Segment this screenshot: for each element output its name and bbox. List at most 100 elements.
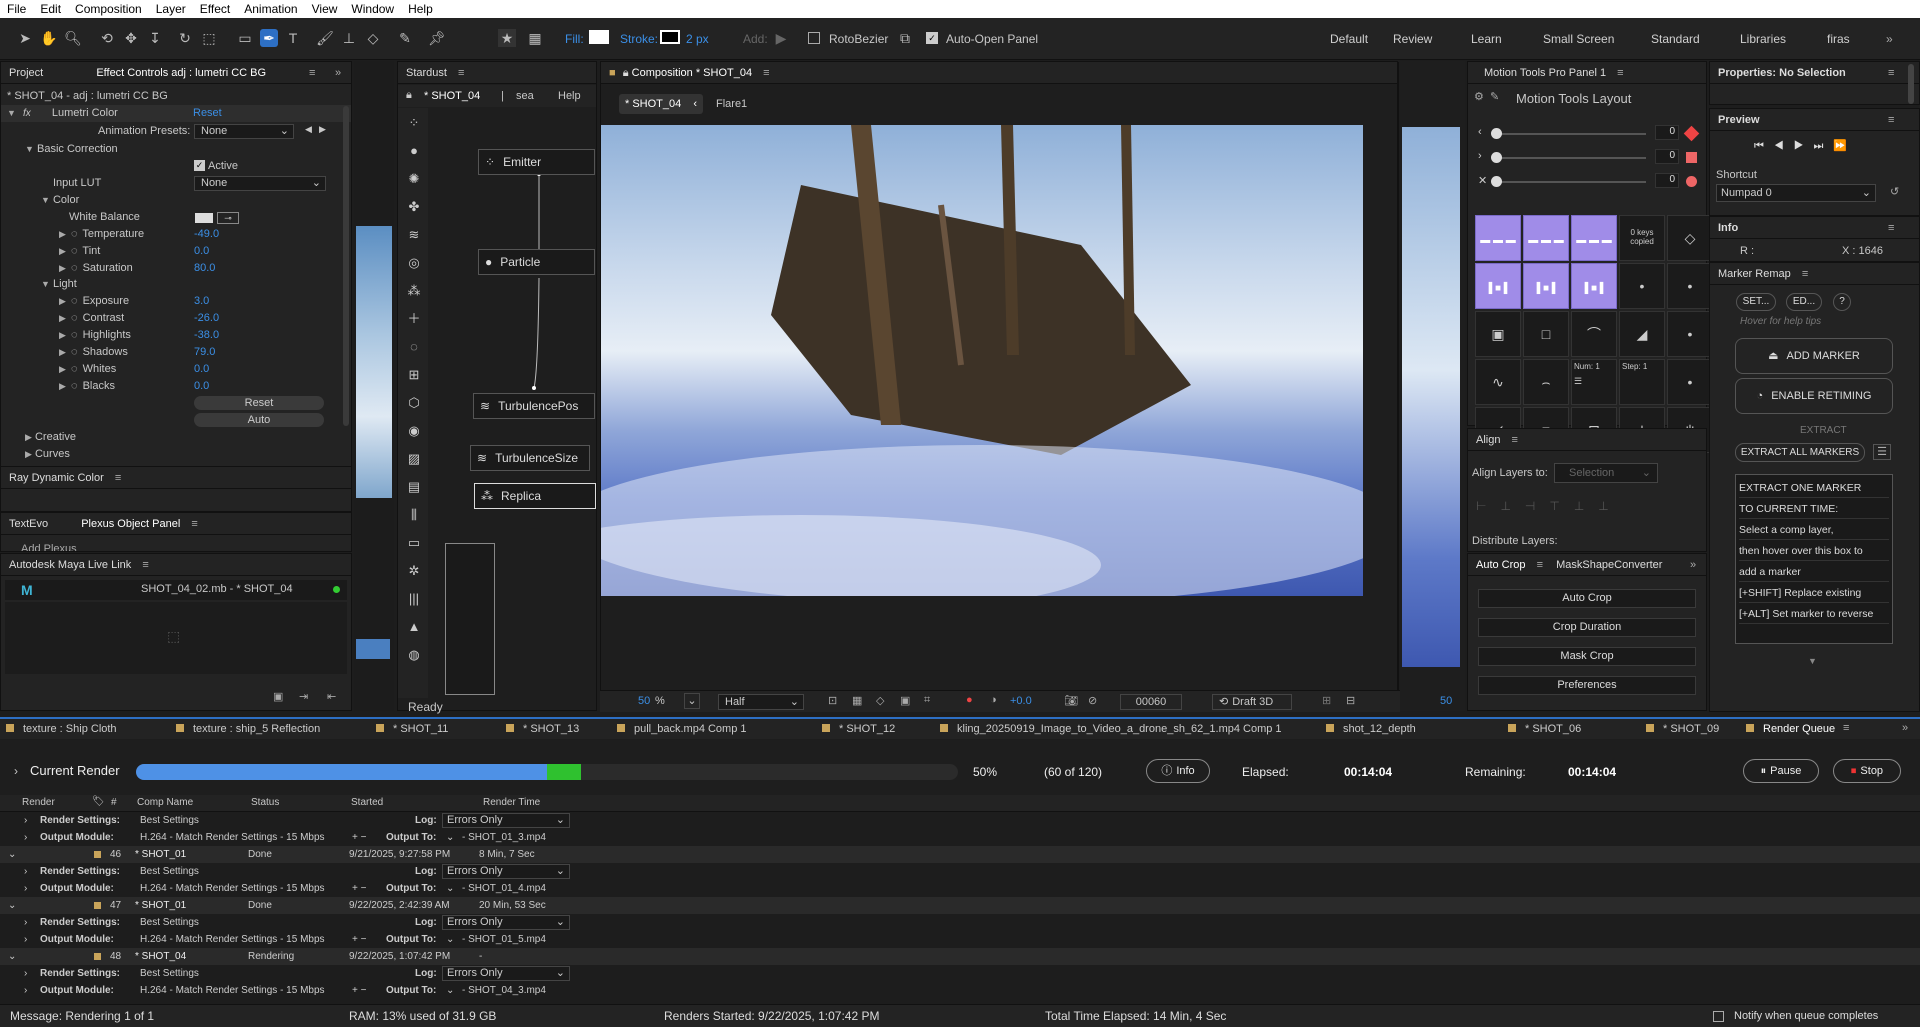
type-tool-icon[interactable]: T	[284, 29, 302, 47]
col-status[interactable]: Status	[251, 797, 279, 808]
workspace-firas[interactable]: firas	[1827, 32, 1850, 46]
pen-tool-icon[interactable]: ✒	[260, 29, 278, 47]
slider-mode-icon[interactable]: ‹	[1478, 126, 1482, 138]
shortcut-dropdown[interactable]: Numpad 0 ⌄	[1716, 184, 1876, 202]
basic-correction-group[interactable]: ▼ Basic Correction	[25, 141, 118, 158]
menu-composition[interactable]: Composition	[68, 2, 149, 16]
star-icon[interactable]: ★	[498, 29, 516, 47]
zoom-value[interactable]: 50	[638, 695, 650, 707]
log-dropdown[interactable]: Errors Only ⌄	[442, 864, 570, 879]
motion-slider-handle[interactable]	[1491, 152, 1502, 163]
rectangle-tool-icon[interactable]: ▭	[236, 29, 254, 47]
resolution-dropdown[interactable]: Half ⌄	[718, 694, 804, 710]
expand-settings-icon[interactable]: ›	[24, 812, 27, 829]
motion-tool-button[interactable]: •	[1667, 311, 1713, 357]
align-grid-button[interactable]: ▬ ▬ ▬	[1571, 215, 1617, 261]
expand-settings-icon[interactable]: ›	[24, 982, 27, 999]
align-target-dropdown[interactable]: Selection ⌄	[1554, 463, 1658, 483]
tab-comp-2[interactable]: * SHOT_11	[393, 723, 448, 735]
puppet-pin-tool-icon[interactable]: 📌︎	[428, 29, 446, 47]
stardust-tab[interactable]: Stardust	[406, 67, 447, 79]
white-balance-swatch[interactable]	[195, 213, 213, 223]
expand-settings-icon[interactable]: ›	[24, 965, 27, 982]
creative-group[interactable]: ▶ Creative	[25, 429, 76, 446]
render-settings-value[interactable]: Best Settings	[140, 965, 199, 982]
panel-menu-icon[interactable]: ≡	[1888, 109, 1894, 131]
motion-tool-button[interactable]: 0 keys copied	[1619, 215, 1665, 261]
motion-slider-handle[interactable]	[1491, 128, 1502, 139]
menu-effect[interactable]: Effect	[193, 2, 237, 16]
eraser-tool-icon[interactable]: ◇	[364, 29, 382, 47]
col-started[interactable]: Started	[351, 797, 383, 808]
pan-behind-tool-icon[interactable]: ⬚	[200, 29, 218, 47]
orbit-node-icon[interactable]: ◌	[404, 337, 424, 357]
tab-comp-1[interactable]: texture : ship_5 Reflection	[193, 723, 320, 735]
expand-render-icon[interactable]: ›	[14, 764, 18, 778]
tab-mask-shape-converter[interactable]: MaskShapeConverter	[1556, 559, 1662, 571]
motion-tool-button[interactable]: ⌒	[1571, 311, 1617, 357]
stardust-help-link[interactable]: Help	[558, 90, 581, 102]
menu-help[interactable]: Help	[401, 2, 440, 16]
maya-import-icon[interactable]: ▣	[273, 690, 283, 703]
col-render[interactable]: Render	[22, 797, 55, 808]
properties-tab[interactable]: Properties: No Selection	[1718, 67, 1846, 79]
region-of-interest-icon[interactable]: ⊡	[828, 694, 837, 707]
stop-button[interactable]: ⏹ Stop	[1833, 759, 1901, 783]
align-grid-button[interactable]: ▐ ■ ▌	[1475, 263, 1521, 309]
composition-tab[interactable]: Composition * SHOT_04	[632, 67, 752, 79]
param-value[interactable]: 0.0	[194, 243, 209, 260]
tab-comp-3[interactable]: * SHOT_13	[523, 723, 579, 735]
mask-visibility-icon[interactable]: ◇	[876, 694, 884, 707]
color-group[interactable]: ▼ Color	[41, 192, 79, 209]
auto-crop-button[interactable]: Auto Crop	[1478, 589, 1696, 608]
render-settings-value[interactable]: Best Settings	[140, 863, 199, 880]
param-row-temperature[interactable]: ▶ ◌ Temperature	[59, 226, 144, 243]
param-value[interactable]: 0.0	[194, 378, 209, 395]
col-comp-name[interactable]: Comp Name	[137, 797, 193, 808]
stardust-sea-tab[interactable]: sea	[516, 90, 534, 102]
active-checkbox[interactable]: ✓	[194, 160, 205, 171]
comp-tab-flare1[interactable]: Flare1	[716, 98, 747, 110]
expand-panels-icon[interactable]: »	[1690, 554, 1696, 576]
log-dropdown[interactable]: Errors Only ⌄	[442, 813, 570, 828]
enable-retiming-button[interactable]: ◔ ENABLE RETIMING	[1735, 378, 1893, 414]
light-group[interactable]: ▼ Light	[41, 276, 77, 293]
tab-textevo[interactable]: TextEvo	[9, 518, 48, 530]
eyedropper-icon[interactable]: ⊸	[217, 212, 239, 224]
extract-all-markers-button[interactable]: EXTRACT ALL MARKERS	[1735, 443, 1865, 462]
keyframe-reset-icon[interactable]	[1686, 152, 1697, 163]
text-node-icon[interactable]: ▤	[404, 477, 424, 497]
expand-settings-icon[interactable]: ›	[24, 914, 27, 931]
param-value[interactable]: 0.0	[194, 361, 209, 378]
param-row-whites[interactable]: ▶ ◌ Whites	[59, 361, 116, 378]
tab-comp-9[interactable]: * SHOT_09	[1663, 723, 1719, 735]
collapse-item-icon[interactable]: ⌄	[8, 897, 16, 914]
expand-settings-icon[interactable]: ›	[24, 863, 27, 880]
channel-icon[interactable]: ●	[966, 694, 973, 706]
motion-tool-button[interactable]: •	[1667, 359, 1713, 405]
info-tab[interactable]: Info	[1718, 222, 1738, 234]
tab-comp-5[interactable]: * SHOT_12	[839, 723, 895, 735]
next-preset-icon[interactable]: ▶	[319, 124, 326, 135]
grid-node-icon[interactable]: ⊞	[404, 365, 424, 385]
lines-node-icon[interactable]: |||	[404, 589, 424, 609]
motion-tool-button[interactable]: Step: 1	[1619, 359, 1665, 405]
cube-node-icon[interactable]: ⬡	[404, 393, 424, 413]
panel-menu-icon[interactable]: ≡	[309, 62, 315, 84]
output-file[interactable]: - SHOT_01_4.mp4	[462, 880, 546, 897]
tab-render-queue[interactable]: Render Queue	[1763, 723, 1835, 735]
param-row-exposure[interactable]: ▶ ◌ Exposure	[59, 293, 129, 310]
zoom-dropdown-icon[interactable]: ⌄	[684, 693, 700, 709]
collapse-icon[interactable]: ▼	[7, 108, 16, 118]
workspace-overflow-icon[interactable]: »	[1886, 32, 1893, 46]
bars-node-icon[interactable]: ⫼	[404, 505, 424, 525]
param-value[interactable]: -38.0	[194, 327, 219, 344]
param-value[interactable]: 79.0	[194, 344, 215, 361]
renderer-button[interactable]: ⟲ Draft 3D	[1212, 694, 1292, 710]
output-module-value[interactable]: H.264 - Match Render Settings - 15 Mbps	[140, 829, 325, 846]
tab-comp-0[interactable]: texture : Ship Cloth	[23, 723, 117, 735]
menu-window[interactable]: Window	[344, 2, 401, 16]
expand-panels-icon[interactable]: »	[335, 62, 341, 84]
workspace-standard[interactable]: Standard	[1651, 32, 1700, 46]
param-value[interactable]: -49.0	[194, 226, 219, 243]
